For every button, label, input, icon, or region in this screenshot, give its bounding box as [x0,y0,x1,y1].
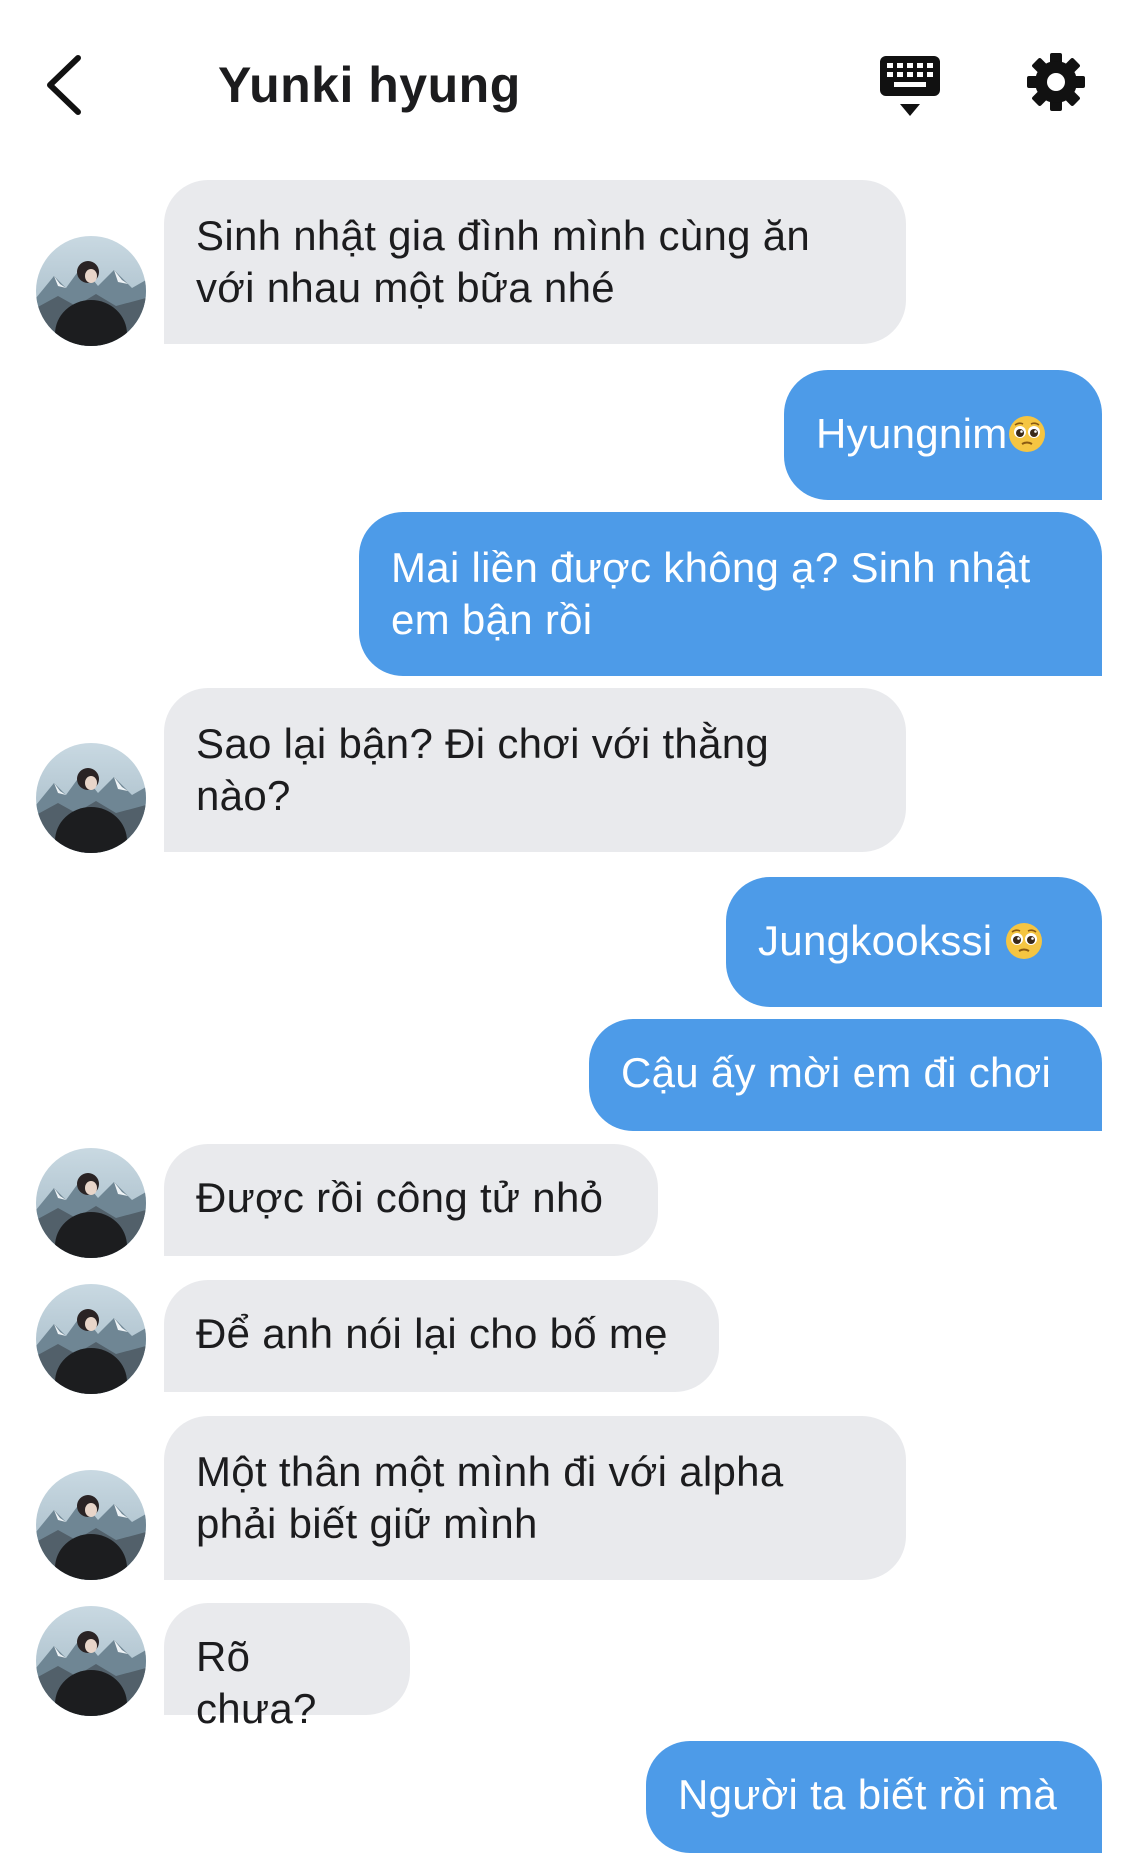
chat-title: Yunki hyung [218,57,521,113]
message-bubble-incoming[interactable]: Rõ chưa? [164,1603,410,1732]
message-text: Rõ chưa? [196,1633,317,1732]
avatar[interactable] [36,743,146,853]
keyboard-button[interactable] [878,54,942,120]
message-text: Được rồi công tử nhỏ [196,1174,604,1221]
message-text: Jungkookssi [758,917,1005,964]
message-bubble-incoming[interactable]: Được rồi công tử nhỏ [164,1144,658,1256]
message-bubble-outgoing[interactable]: Mai liền được không ạ? Sinh nhật em bận … [359,512,1102,676]
message-bubble-outgoing[interactable]: Jungkookssi [726,877,1102,1007]
message-text: Sinh nhật gia đình mình cùng ăn với nhau… [196,212,811,311]
keyboard-icon [880,56,940,116]
chevron-left-icon [47,55,81,115]
message-bubble-incoming[interactable]: Một thân một mình đi với alpha phải biết… [164,1416,906,1580]
message-text: Cậu ấy mời em đi chơi [621,1049,1052,1096]
message-bubble-incoming[interactable]: Sinh nhật gia đình mình cùng ăn với nhau… [164,180,906,344]
avatar[interactable] [36,1148,146,1258]
pleading-face-emoji [1004,921,1044,961]
message-bubble-incoming[interactable]: Sao lại bận? Đi chơi với thằng nào? [164,688,906,852]
message-bubble-outgoing[interactable]: Hyungnim [784,370,1102,500]
message-text: Sao lại bận? Đi chơi với thằng nào? [196,720,770,819]
message-text: Một thân một mình đi với alpha phải biết… [196,1448,784,1547]
chat-header: Yunki hyung [0,0,1125,170]
avatar[interactable] [36,1470,146,1580]
message-text: Người ta biết rồi mà [678,1771,1058,1818]
message-bubble-incoming[interactable]: Để anh nói lại cho bố mẹ [164,1280,719,1392]
settings-button[interactable] [1026,52,1086,112]
gear-icon [1027,53,1085,111]
message-text: Mai liền được không ạ? Sinh nhật em bận … [391,544,1031,643]
message-bubble-outgoing[interactable]: Người ta biết rồi mà [646,1741,1102,1853]
message-text: Để anh nói lại cho bố mẹ [196,1310,668,1357]
avatar[interactable] [36,1606,146,1716]
avatar[interactable] [36,236,146,346]
avatar[interactable] [36,1284,146,1394]
back-button[interactable] [40,50,90,120]
pleading-face-emoji [1007,414,1047,454]
message-bubble-outgoing[interactable]: Cậu ấy mời em đi chơi [589,1019,1102,1131]
message-text: Hyungnim [816,410,1008,457]
